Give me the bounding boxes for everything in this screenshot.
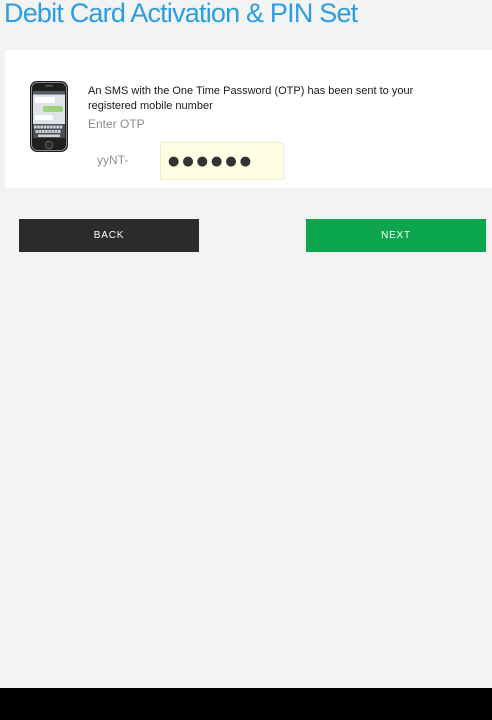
next-button[interactable]: NEXT [306, 219, 486, 252]
phone-sms-icon [30, 81, 68, 152]
otp-sent-message: An SMS with the One Time Password (OTP) … [88, 85, 414, 112]
otp-prefix: yyNT- [97, 153, 129, 167]
otp-input[interactable] [160, 142, 284, 180]
page-title: Debit Card Activation & PIN Set [4, 0, 358, 28]
back-button[interactable]: BACK [19, 219, 199, 252]
otp-card: An SMS with the One Time Password (OTP) … [5, 50, 492, 188]
otp-prompt-label: Enter OTP [88, 117, 145, 131]
system-navigation-bar [0, 688, 492, 720]
